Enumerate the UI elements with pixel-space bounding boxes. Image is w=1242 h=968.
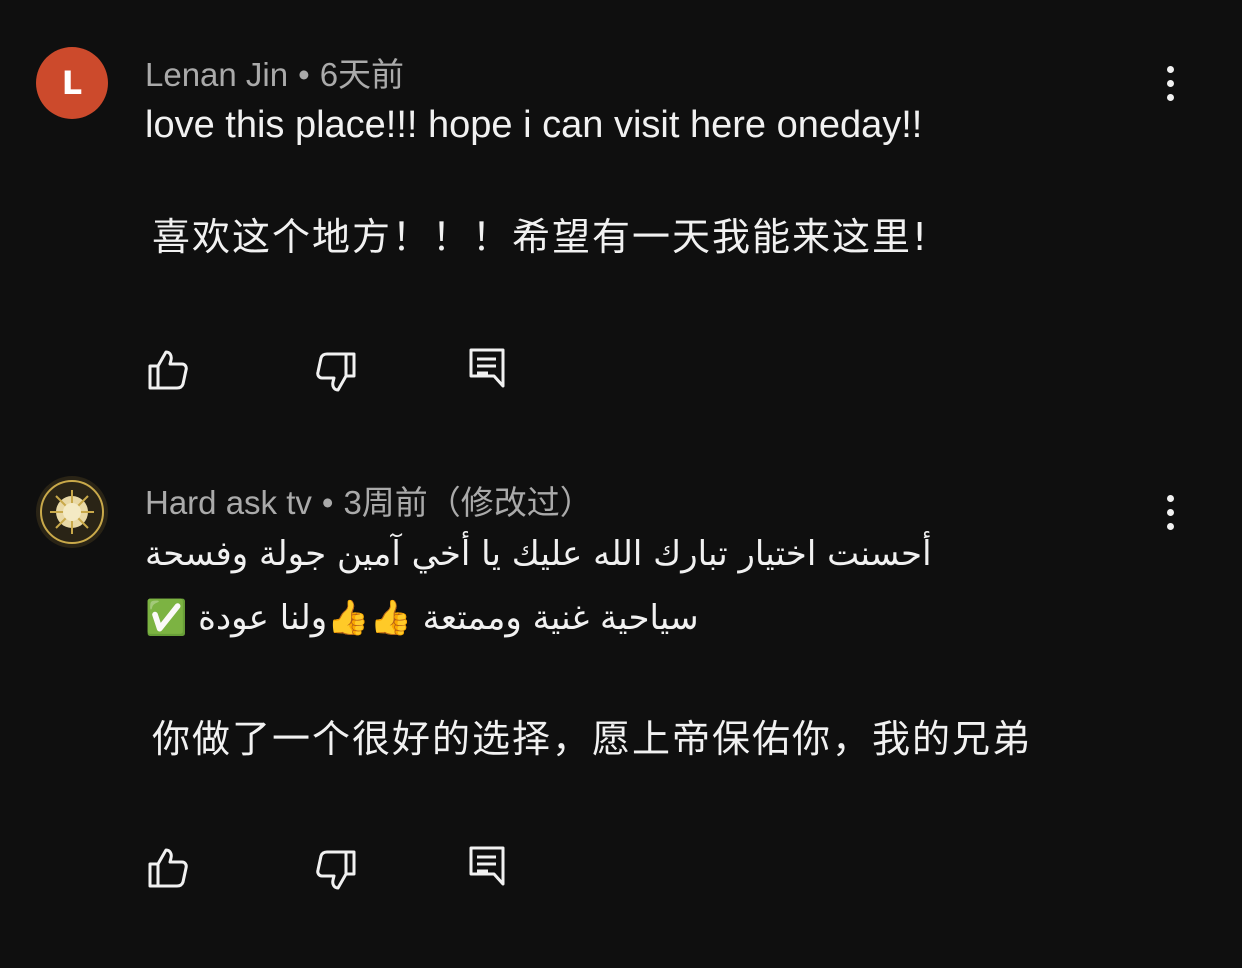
thumbs-up-icon (148, 350, 188, 390)
more-options-button[interactable] (1150, 58, 1190, 108)
reply-comment-icon (469, 846, 505, 886)
thumbs-down-icon (316, 850, 356, 890)
comment-text-line: 喜欢这个地方！！！希望有一天我能来这里! (152, 215, 930, 259)
more-vertical-icon (1166, 65, 1174, 73)
reply-button[interactable] (466, 346, 510, 390)
comment-meta: Lenan Jin • 6天前 (145, 48, 404, 96)
comment-text-line: أحسنت اختيار تبارك الله عليك يا أخي آمين… (145, 534, 932, 574)
comment-meta: Hard ask tv • 3周前（修改过） (145, 476, 593, 524)
meta-separator: • (321, 484, 334, 521)
like-button[interactable] (146, 846, 190, 890)
avatar[interactable] (36, 476, 108, 548)
meta-separator: • (298, 56, 310, 93)
dislike-button[interactable] (314, 848, 358, 892)
reply-button[interactable] (466, 844, 510, 888)
channel-logo-icon (37, 477, 107, 547)
comment-time[interactable]: 6天前 (320, 56, 404, 93)
comment-text-line: 你做了一个很好的选择，愿上帝保佑你，我的兄弟 (152, 717, 1033, 761)
comment-time[interactable]: 3周前（修改过） (343, 484, 592, 521)
thumbs-down-icon (316, 352, 356, 392)
thumbs-up-icon (148, 848, 188, 888)
avatar-letter: L (61, 64, 83, 102)
more-options-button[interactable] (1150, 487, 1190, 537)
author-name[interactable]: Hard ask tv (145, 484, 312, 521)
like-button[interactable] (146, 348, 190, 392)
comment-text-line: سياحية غنية وممتعة 👍👍ولنا عودة ✅ (145, 598, 699, 638)
author-name[interactable]: Lenan Jin (145, 56, 288, 93)
avatar[interactable]: L (36, 47, 108, 119)
reply-comment-icon (469, 348, 505, 388)
comment-text-line: love this place!!! hope i can visit here… (145, 104, 923, 146)
more-vertical-icon (1166, 494, 1174, 502)
dislike-button[interactable] (314, 350, 358, 394)
